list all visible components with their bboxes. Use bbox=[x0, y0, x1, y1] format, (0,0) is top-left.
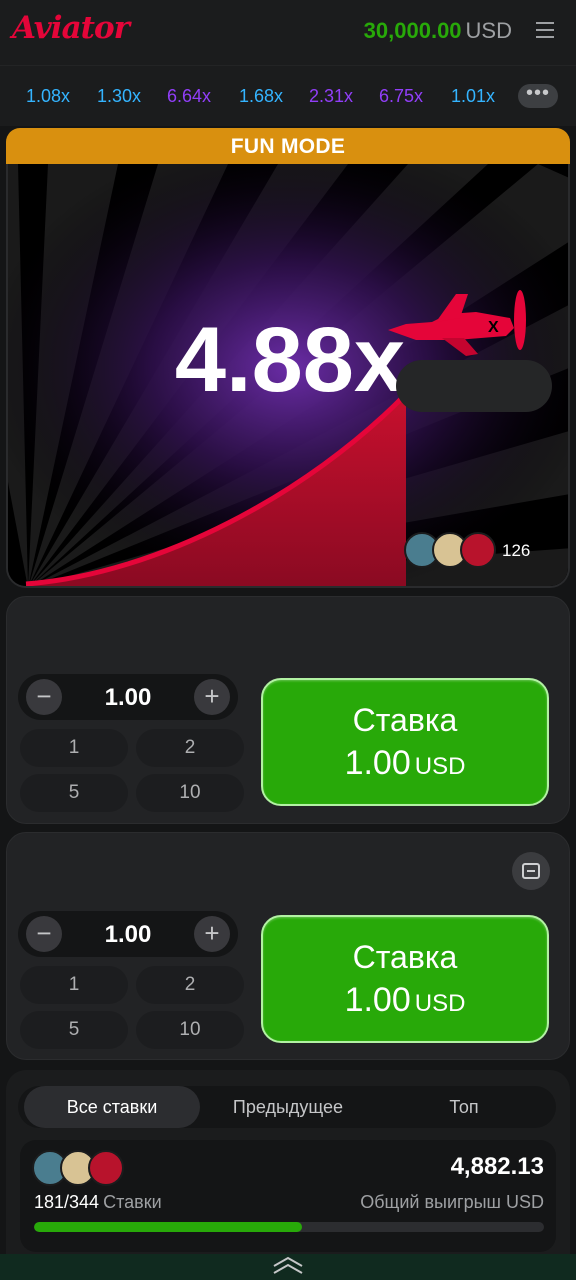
history-item[interactable]: 1.08x bbox=[26, 86, 70, 107]
bet-amount-stepper: − 1.00 + bbox=[18, 674, 238, 720]
history-item[interactable]: 1.30x bbox=[97, 86, 141, 107]
quick-amount-button[interactable]: 1 bbox=[20, 966, 128, 1004]
history-more-button[interactable]: ••• bbox=[518, 83, 558, 108]
history-item[interactable]: 2.31x bbox=[309, 86, 353, 107]
fun-mode-banner: FUN MODE bbox=[6, 128, 570, 166]
quick-amount-button[interactable]: 2 bbox=[136, 729, 244, 767]
chevron-up-icon bbox=[273, 1256, 303, 1274]
multiplier-history: 1.08x 1.30x 6.64x 1.68x 2.31x 6.75x 1.01… bbox=[0, 66, 576, 126]
players-indicator bbox=[396, 360, 552, 412]
balance-amount: 30,000.00 bbox=[363, 18, 462, 43]
player-avatar-dice bbox=[88, 1150, 124, 1186]
quick-amount-button[interactable]: 1 bbox=[20, 729, 128, 767]
bet-button-amount: 1.00 USD bbox=[344, 981, 466, 1019]
total-win-amount: 4,882.13 bbox=[450, 1153, 544, 1180]
player-avatar-dice bbox=[460, 532, 496, 568]
bets-tabs: Все ставки Предыдущее Топ bbox=[18, 1086, 556, 1128]
total-win-label: Общий выигрыш USD bbox=[360, 1192, 544, 1212]
place-bet-button[interactable]: Ставка 1.00 USD bbox=[261, 678, 549, 806]
plus-button[interactable]: + bbox=[194, 679, 230, 715]
bet-amount-value[interactable]: 1.00 bbox=[78, 684, 178, 712]
bets-count: 181/344 Ставки bbox=[34, 1192, 162, 1212]
minus-square-icon bbox=[522, 863, 540, 879]
expand-footer[interactable] bbox=[0, 1254, 576, 1280]
minus-button[interactable]: − bbox=[26, 679, 62, 715]
quick-amount-button[interactable]: 10 bbox=[136, 1011, 244, 1049]
balance-currency: USD bbox=[465, 18, 512, 43]
tab-top[interactable]: Топ bbox=[376, 1086, 552, 1128]
remove-bet-panel-button[interactable] bbox=[512, 852, 550, 890]
bet-amount-value[interactable]: 1.00 bbox=[78, 921, 178, 949]
hamburger-menu-icon[interactable] bbox=[536, 22, 554, 38]
top-bar: Aviator 30,000.00 USD bbox=[0, 0, 576, 66]
bet-button-amount: 1.00 USD bbox=[344, 744, 466, 782]
tab-all-bets[interactable]: Все ставки bbox=[24, 1086, 200, 1128]
bets-progress-bar bbox=[34, 1222, 544, 1232]
players-count: 126 bbox=[502, 541, 531, 560]
bets-progress-fill bbox=[34, 1222, 303, 1232]
bet-button-label: Ставка bbox=[352, 702, 458, 738]
bet-button-label: Ставка bbox=[352, 939, 458, 975]
quick-amount-button[interactable]: 5 bbox=[20, 774, 128, 812]
history-item[interactable]: 6.75x bbox=[379, 86, 423, 107]
aviator-logo: Aviator bbox=[12, 10, 130, 46]
place-bet-button[interactable]: Ставка 1.00 USD bbox=[261, 915, 549, 1043]
history-item[interactable]: 1.68x bbox=[239, 86, 283, 107]
quick-amount-button[interactable]: 2 bbox=[136, 966, 244, 1004]
bet-amount-stepper: − 1.00 + bbox=[18, 911, 238, 957]
history-item[interactable]: 6.64x bbox=[167, 86, 211, 107]
plus-button[interactable]: + bbox=[194, 916, 230, 952]
quick-amount-button[interactable]: 10 bbox=[136, 774, 244, 812]
tab-previous[interactable]: Предыдущее bbox=[200, 1086, 376, 1128]
minus-button[interactable]: − bbox=[26, 916, 62, 952]
balance: 30,000.00 USD bbox=[364, 18, 512, 44]
history-item[interactable]: 1.01x bbox=[451, 86, 495, 107]
quick-amount-button[interactable]: 5 bbox=[20, 1011, 128, 1049]
